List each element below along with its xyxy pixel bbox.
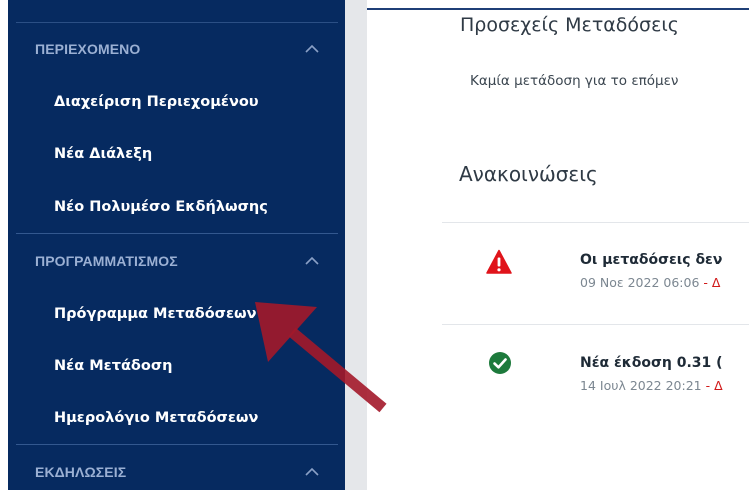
sidebar-item-label: Νέο Πολυμέσο Εκδήλωσης [54,199,268,215]
sidebar-item-label: Ημερολόγιο Μεταδόσεων [54,410,259,426]
sidebar-divider [16,233,338,234]
announcement-meta: 09 Νοε 2022 06:06 - Δ [580,275,720,290]
chevron-up-icon[interactable] [305,44,319,54]
sidebar-item-broadcast-calendar[interactable]: Ημερολόγιο Μεταδόσεων [8,398,345,438]
chevron-up-icon[interactable] [305,256,319,266]
announcement-date: 14 Ιουλ 2022 20:21 [580,378,702,393]
upcoming-broadcasts-title: Προσεχείς Μεταδόσεις [460,14,679,36]
warning-icon [486,249,512,275]
section-title: ΕΚΔΗΛΩΣΕΙΣ [35,464,127,480]
sidebar-top-divider [16,22,338,23]
sidebar-divider [16,444,338,445]
sidebar-item-label: Νέα Μετάδοση [54,358,173,374]
sidebar-item-new-event-media[interactable]: Νέο Πολυμέσο Εκδήλωσης [8,187,345,227]
announcement-meta: 14 Ιουλ 2022 20:21 - Δ [580,378,723,393]
announcement-title[interactable]: Νέα έκδοση 0.31 ( [580,355,723,371]
sidebar-item-content-management[interactable]: Διαχείριση Περιεχομένου [8,82,345,122]
announcements-divider [442,324,749,325]
section-title: ΠΡΟΓΡΑΜΜΑΤΙΣΜΟΣ [35,253,178,269]
announcement-author-link[interactable]: - Δ [699,275,720,290]
sidebar-item-label: Πρόγραμμα Μεταδόσεων [54,306,257,322]
content-gutter [345,0,367,490]
announcement-date: 09 Νοε 2022 06:06 [580,275,700,290]
announcements-divider [442,222,749,223]
sidebar-item-broadcast-schedule[interactable]: Πρόγραμμα Μεταδόσεων [8,294,345,334]
sidebar-item-label: Νέα Διάλεξη [54,146,153,162]
sidebar-item-label: Διαχείριση Περιεχομένου [54,94,259,110]
chevron-up-icon[interactable] [305,467,319,477]
announcement-title[interactable]: Οι μεταδόσεις δεν [580,252,722,268]
section-header-content[interactable]: ΠΕΡΙΕΧΟΜΕΝΟ [8,24,345,74]
section-title: ΠΕΡΙΕΧΟΜΕΝΟ [35,41,141,57]
upcoming-broadcasts-empty-text: Καμία μετάδοση για το επόμεν [470,73,679,89]
section-header-events[interactable]: ΕΚΔΗΛΩΣΕΙΣ [8,447,345,490]
main-content: Προσεχείς Μεταδόσεις Καμία μετάδοση για … [367,0,749,490]
top-border [367,8,749,10]
announcements-title: Ανακοινώσεις [459,162,598,186]
section-header-scheduling[interactable]: ΠΡΟΓΡΑΜΜΑΤΙΣΜΟΣ [8,236,345,286]
sidebar-item-new-broadcast[interactable]: Νέα Μετάδοση [8,346,345,386]
check-circle-icon [488,351,512,375]
sidebar-item-new-lecture[interactable]: Νέα Διάλεξη [8,134,345,174]
sidebar: ΠΕΡΙΕΧΟΜΕΝΟ Διαχείριση Περιεχομένου Νέα … [8,0,345,490]
announcement-author-link[interactable]: - Δ [702,378,723,393]
